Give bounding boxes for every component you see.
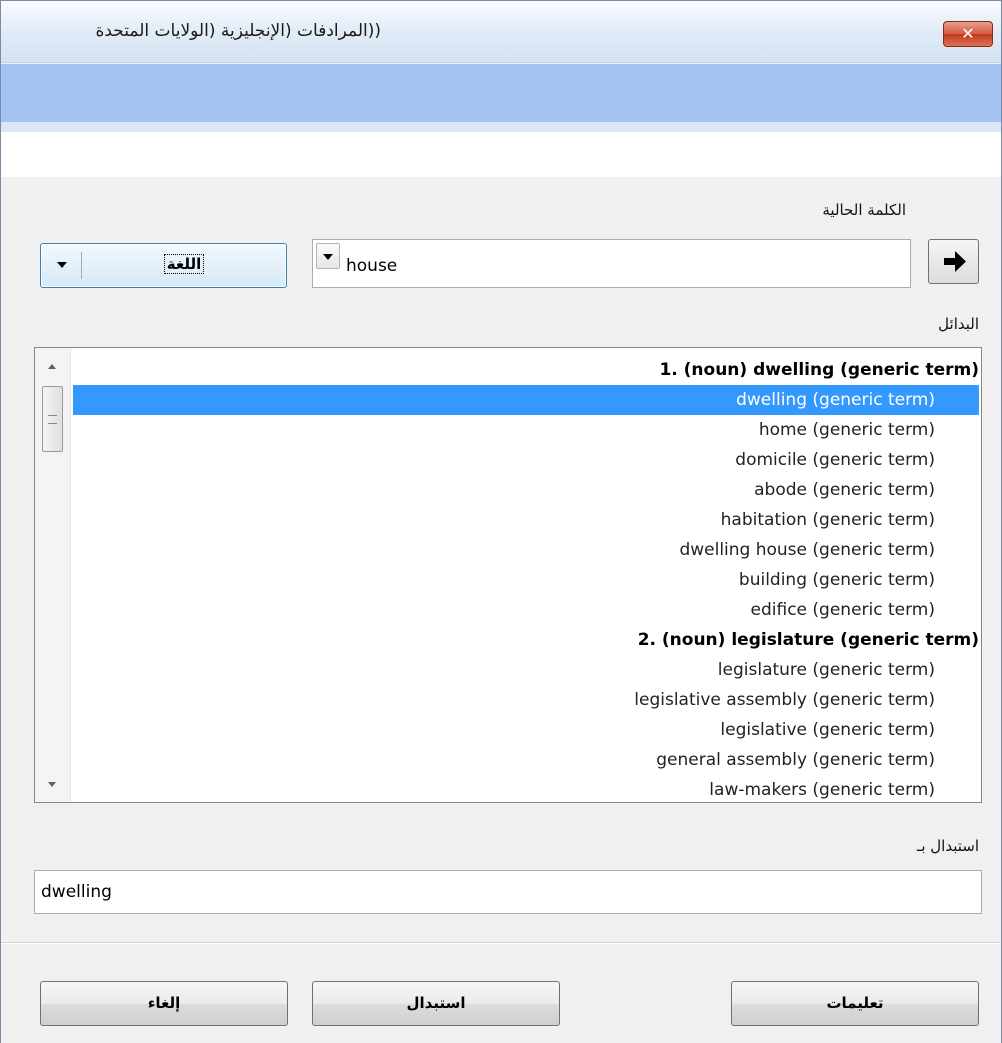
list-item[interactable]: edifice (generic term) xyxy=(73,595,979,625)
list-item[interactable]: legislative assembly (generic term) xyxy=(73,685,979,715)
list-item[interactable]: habitation (generic term) xyxy=(73,505,979,535)
button-divider xyxy=(1,942,1001,944)
current-word-value[interactable]: house xyxy=(346,256,397,276)
header-white-area xyxy=(1,132,1001,177)
list-heading[interactable]: 2. (noun) legislature (generic term) xyxy=(73,625,979,655)
list-item[interactable]: building (generic term) xyxy=(73,565,979,595)
lookup-button[interactable] xyxy=(928,239,979,284)
right-arrow-icon xyxy=(944,251,966,272)
window-title: ((المرادفات (الإنجليزية (الولايات المتحد… xyxy=(95,21,381,41)
list-item[interactable]: law-makers (generic term) xyxy=(73,775,979,802)
list-item[interactable]: dwelling house (generic term) xyxy=(73,535,979,565)
thesaurus-dialog: ((المرادفات (الإنجليزية (الولايات المتحد… xyxy=(0,0,1002,1043)
list-heading[interactable]: 1. (noun) dwelling (generic term) xyxy=(73,355,979,385)
current-word-combobox[interactable]: house xyxy=(312,239,911,288)
alternatives-label: البدائل xyxy=(938,315,979,333)
replace-button[interactable]: استبدال xyxy=(312,981,560,1026)
help-button[interactable]: تعليمات xyxy=(731,981,979,1026)
alternatives-rows: 1. (noun) dwelling (generic term) dwellin… xyxy=(73,355,979,802)
vertical-scrollbar[interactable] xyxy=(35,348,71,802)
close-button[interactable]: ✕ xyxy=(943,21,993,47)
current-word-dropdown-button[interactable] xyxy=(316,243,340,269)
replace-with-label: استبدال بـ xyxy=(916,837,979,855)
scrollbar-thumb[interactable] xyxy=(42,386,63,452)
cancel-button[interactable]: إلغاء xyxy=(40,981,288,1026)
language-button-label: اللغة xyxy=(163,254,205,274)
scroll-up-icon[interactable] xyxy=(48,364,56,369)
replace-with-field-box[interactable] xyxy=(34,870,982,914)
title-bar[interactable]: ((المرادفات (الإنجليزية (الولايات المتحد… xyxy=(1,1,1001,63)
alternatives-list[interactable]: 1. (noun) dwelling (generic term) dwellin… xyxy=(34,347,982,803)
header-band-edge xyxy=(1,122,1001,132)
list-item[interactable]: legislative (generic term) xyxy=(73,715,979,745)
scroll-down-icon[interactable] xyxy=(48,782,56,787)
list-item[interactable]: dwelling (generic term) xyxy=(73,385,979,415)
list-item[interactable]: general assembly (generic term) xyxy=(73,745,979,775)
list-item[interactable]: domicile (generic term) xyxy=(73,445,979,475)
replace-with-field[interactable] xyxy=(41,880,941,904)
language-button[interactable]: اللغة xyxy=(40,243,287,288)
current-word-label: الكلمة الحالية xyxy=(822,201,906,219)
list-item[interactable]: home (generic term) xyxy=(73,415,979,445)
chevron-down-icon xyxy=(57,262,67,268)
list-item[interactable]: abode (generic term) xyxy=(73,475,979,505)
close-icon: ✕ xyxy=(961,24,975,43)
header-band xyxy=(1,64,1001,122)
list-item[interactable]: legislature (generic term) xyxy=(73,655,979,685)
